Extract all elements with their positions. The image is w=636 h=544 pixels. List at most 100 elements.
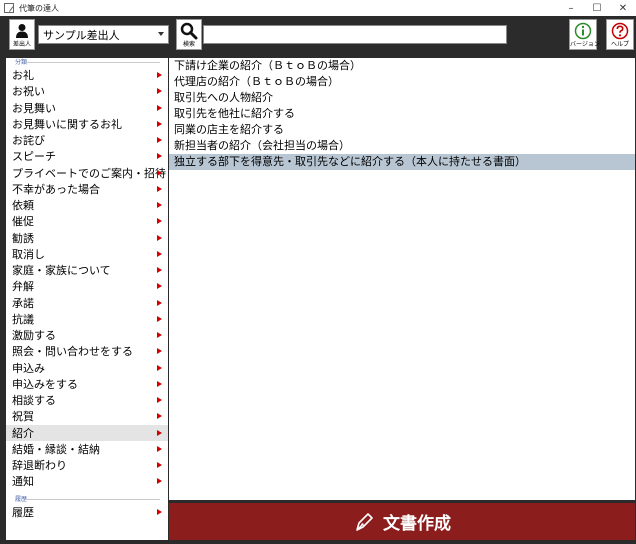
sidebar-item-label: 取消し — [12, 247, 45, 261]
sidebar-item[interactable]: 家庭・家族について — [6, 262, 168, 278]
sidebar-item[interactable]: お見舞いに関するお礼 — [6, 116, 168, 132]
sidebar-item[interactable]: お見舞い — [6, 100, 168, 116]
person-icon — [16, 24, 28, 38]
sidebar-item[interactable]: 抗議 — [6, 311, 168, 327]
sidebar-item-label: お詫び — [12, 134, 45, 148]
sidebar-item-label: 催促 — [12, 215, 34, 229]
sidebar-item[interactable]: 承諾 — [6, 295, 168, 311]
version-button[interactable]: バージョン — [569, 19, 600, 50]
submenu-arrow-icon — [157, 169, 162, 176]
search-input[interactable] — [203, 25, 507, 44]
document-list-item[interactable]: 取引先を他社に紹介する — [169, 106, 635, 122]
submenu-arrow-icon — [157, 332, 162, 338]
create-document-button[interactable]: 文書作成 — [169, 503, 635, 540]
window-title: 代筆の達人 — [19, 3, 59, 13]
sidebar-item-label: 弁解 — [12, 280, 34, 294]
sender-select[interactable]: サンプル差出人 — [38, 25, 169, 44]
submenu-arrow-icon — [157, 267, 162, 273]
minimize-button[interactable]: – — [558, 0, 584, 16]
submenu-arrow-icon — [157, 348, 162, 355]
history-section-label: 履歴 — [6, 495, 168, 504]
submenu-arrow-icon — [157, 413, 162, 420]
document-list: 下請け企業の紹介（ＢｔｏＢの場合） 代理店の紹介（ＢｔｏＢの場合） 取引先への人物紹… — [169, 58, 635, 500]
submenu-arrow-icon — [157, 445, 162, 452]
sidebar-item[interactable]: お詫び — [6, 132, 168, 148]
sidebar-item-label: 申込みをする — [12, 377, 78, 391]
sender-select-value: サンプル差出人 — [43, 28, 120, 42]
sidebar-item[interactable]: 結婚・縁談・結納 — [6, 441, 168, 457]
history-list: 履歴 — [6, 504, 168, 520]
sidebar-item-label: 照会・問い合わせをする — [12, 345, 133, 359]
submenu-arrow-icon — [157, 462, 162, 468]
submenu-arrow-icon — [157, 234, 162, 241]
sidebar-item-label: 紹介 — [12, 426, 34, 440]
sidebar-item-label: 結婚・縁談・結納 — [12, 442, 100, 456]
sender-button[interactable]: 差出人 — [9, 19, 35, 50]
help-caption: ヘルプ — [610, 41, 629, 48]
sidebar-item-label: 申込み — [12, 361, 45, 375]
document-list-item[interactable]: 独立する部下を得意先・取引先などに紹介する（本人に持たせる書面） — [169, 154, 635, 170]
sidebar-item[interactable]: 照会・問い合わせをする — [6, 343, 168, 359]
submenu-arrow-icon — [157, 299, 162, 306]
sidebar-item[interactable]: 取消し — [6, 246, 168, 262]
sidebar-item[interactable]: 申込みをする — [6, 376, 168, 392]
sidebar-item-label: お祝い — [12, 85, 45, 99]
window-controls: – ☐ ✕ — [558, 0, 636, 16]
sidebar-item[interactable]: 催促 — [6, 213, 168, 229]
sidebar-item-label: プライベートでのご案内・招待 — [12, 166, 166, 180]
fountain-pen-icon — [356, 512, 373, 531]
document-list-item[interactable]: 取引先への人物紹介 — [169, 90, 635, 106]
submenu-arrow-icon — [157, 72, 162, 78]
sidebar-item[interactable]: お祝い — [6, 83, 168, 99]
submenu-arrow-icon — [157, 218, 162, 225]
sidebar-item-label: 不幸があった場合 — [12, 182, 100, 196]
help-button[interactable]: ヘルプ — [606, 19, 634, 50]
submenu-arrow-icon — [157, 153, 162, 160]
search-button[interactable]: 検索 — [176, 19, 202, 50]
submenu-arrow-icon — [157, 380, 162, 387]
submenu-arrow-icon — [157, 202, 162, 208]
maximize-button[interactable]: ☐ — [584, 0, 610, 16]
sidebar-item[interactable]: 通知 — [6, 473, 168, 489]
sidebar-item-label: お見舞いに関するお礼 — [12, 117, 122, 131]
submenu-arrow-icon — [157, 364, 162, 371]
sidebar-item[interactable]: プライベートでのご案内・招待 — [6, 165, 168, 181]
submenu-arrow-icon — [157, 120, 162, 127]
sidebar-item[interactable]: 申込み — [6, 360, 168, 376]
sender-caption: 差出人 — [12, 41, 31, 48]
category-sidebar: 分類 お礼 お祝い お見舞い お見舞いに関するお礼 お詫び スピーチ プライベートでのご案内… — [6, 58, 168, 540]
sidebar-item-label: 勧誘 — [12, 231, 34, 245]
document-list-item[interactable]: 代理店の紹介（ＢｔｏＢの場合） — [169, 74, 635, 90]
submenu-arrow-icon — [157, 250, 162, 257]
sidebar-item[interactable]: 辞退断わり — [6, 457, 168, 473]
sidebar-item[interactable]: 激励する — [6, 327, 168, 343]
sidebar-item-label: 承諾 — [12, 296, 34, 310]
app-pen-icon — [4, 3, 14, 13]
sidebar-item-label: 履歴 — [12, 505, 34, 519]
sidebar-item[interactable]: スピーチ — [6, 148, 168, 164]
sidebar-item[interactable]: 紹介 — [6, 424, 168, 441]
sidebar-item[interactable]: 弁解 — [6, 278, 168, 294]
document-list-item[interactable]: 同業の店主を紹介する — [169, 122, 635, 138]
sidebar-item[interactable]: お礼 — [6, 67, 168, 83]
create-document-label: 文書作成 — [383, 514, 451, 534]
submenu-arrow-icon — [157, 315, 162, 322]
close-button[interactable]: ✕ — [610, 0, 636, 16]
title-bar: 代筆の達人 – ☐ ✕ — [0, 0, 636, 16]
sidebar-item-label: 相談する — [12, 394, 56, 408]
submenu-arrow-icon — [157, 185, 162, 192]
sidebar-item-label: 通知 — [12, 475, 34, 489]
sidebar-item-label: 抗議 — [12, 312, 34, 326]
sidebar-item-label: 依頼 — [12, 199, 34, 213]
submenu-arrow-icon — [157, 508, 162, 515]
sidebar-item[interactable]: 勧誘 — [6, 230, 168, 246]
sidebar-item[interactable]: 依頼 — [6, 197, 168, 213]
sidebar-item[interactable]: 相談する — [6, 392, 168, 408]
sidebar-item-label: 祝賀 — [12, 410, 34, 424]
document-list-item[interactable]: 新担当者の紹介（会社担当の場合） — [169, 138, 635, 154]
sidebar-item-history[interactable]: 履歴 — [6, 504, 168, 520]
document-list-item[interactable]: 下請け企業の紹介（ＢｔｏＢの場合） — [169, 58, 635, 74]
sidebar-item[interactable]: 祝賀 — [6, 408, 168, 424]
sidebar-item[interactable]: 不幸があった場合 — [6, 181, 168, 197]
search-caption: 検索 — [182, 41, 195, 48]
